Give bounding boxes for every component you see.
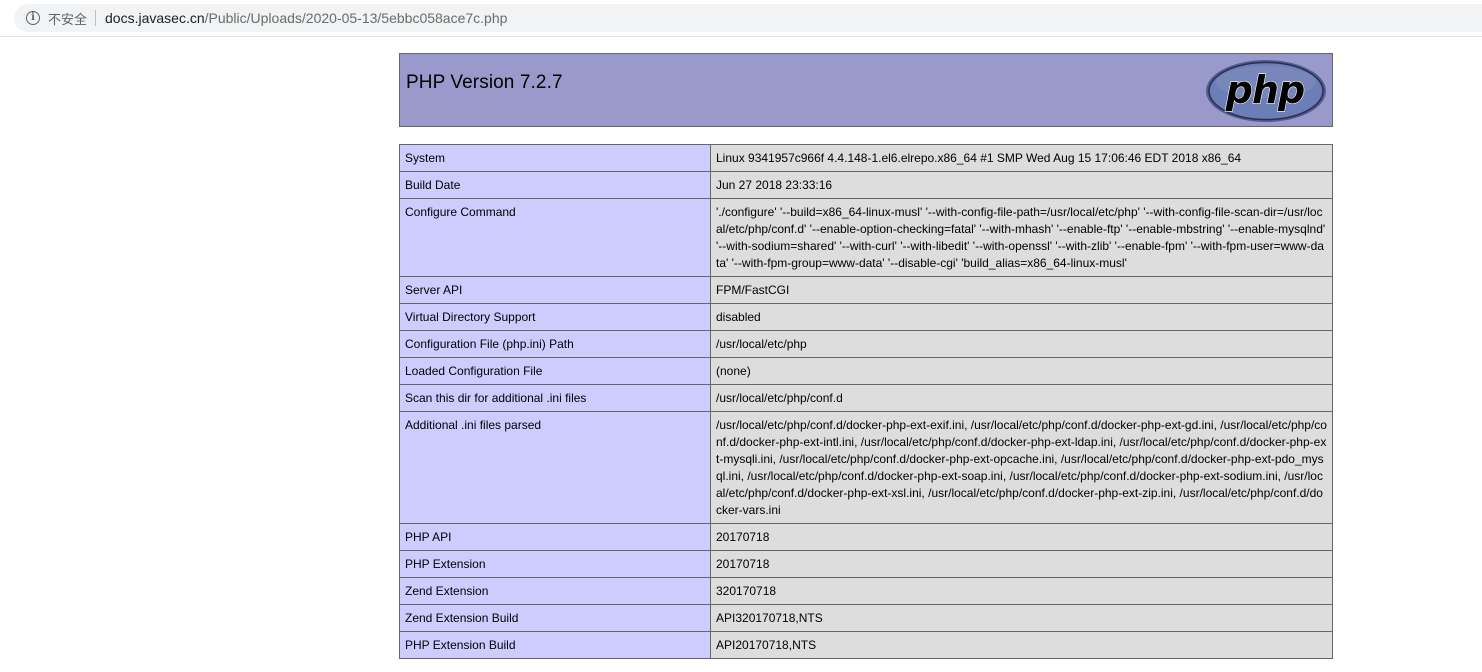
omnibox-separator bbox=[95, 10, 97, 26]
row-key: System bbox=[399, 144, 711, 172]
table-row: Build Date Jun 27 2018 23:33:16 bbox=[399, 171, 1333, 199]
info-table-body: System Linux 9341957c966f 4.4.148-1.el6.e… bbox=[399, 144, 1333, 659]
php-logo[interactable]: php bbox=[1205, 58, 1327, 124]
table-row: PHP API 20170718 bbox=[399, 523, 1333, 551]
row-key: Configure Command bbox=[399, 198, 711, 277]
row-value: 20170718 bbox=[710, 550, 1333, 578]
table-row: Server API FPM/FastCGI bbox=[399, 276, 1333, 304]
row-value: /usr/local/etc/php bbox=[710, 330, 1333, 358]
row-key: Additional .ini files parsed bbox=[399, 411, 711, 524]
table-row: Virtual Directory Support disabled bbox=[399, 303, 1333, 331]
row-key: Server API bbox=[399, 276, 711, 304]
table-row: Additional .ini files parsed/usr/local/e… bbox=[399, 411, 1333, 524]
url-host[interactable]: docs.javasec.cn bbox=[105, 10, 205, 26]
row-key: Loaded Configuration File bbox=[399, 357, 711, 385]
row-value: /usr/local/etc/php/conf.d bbox=[710, 384, 1333, 412]
row-value: /usr/local/etc/php/conf.d/docker-php-ext… bbox=[710, 411, 1333, 524]
row-value: API20170718,NTS bbox=[710, 631, 1333, 659]
table-row: Loaded Configuration File (none) bbox=[399, 357, 1333, 385]
row-value: 320170718 bbox=[710, 577, 1333, 605]
table-row: Zend Extension Build API320170718,NTS bbox=[399, 604, 1333, 632]
table-row: Configure Command './configure' '--build=… bbox=[399, 198, 1333, 277]
info-table: System Linux 9341957c966f 4.4.148-1.el6.e… bbox=[399, 144, 1333, 659]
row-value: disabled bbox=[710, 303, 1333, 331]
row-key: Zend Extension bbox=[399, 577, 711, 605]
phpinfo-content: PHP Version 7.2.7 php System Linux 934195… bbox=[399, 53, 1333, 659]
phpinfo-header: PHP Version 7.2.7 php bbox=[399, 53, 1333, 127]
table-row: Zend Extension 320170718 bbox=[399, 577, 1333, 605]
row-value: './configure' '--build=x86_64-linux-musl… bbox=[710, 198, 1333, 277]
table-row: System Linux 9341957c966f 4.4.148-1.el6.e… bbox=[399, 144, 1333, 172]
row-key: Configuration File (php.ini) Path bbox=[399, 330, 711, 358]
table-row: PHP Extension 20170718 bbox=[399, 550, 1333, 578]
table-row: Configuration File (php.ini) Path/usr/lo… bbox=[399, 330, 1333, 358]
info-icon[interactable]: i bbox=[26, 11, 40, 25]
row-key: Zend Extension Build bbox=[399, 604, 711, 632]
omnibox[interactable]: i 不安全 docs.javasec.cn/Public/Uploads/202… bbox=[14, 4, 1482, 32]
php-logo-text: php bbox=[1225, 68, 1304, 112]
row-value: FPM/FastCGI bbox=[710, 276, 1333, 304]
row-value: (none) bbox=[710, 357, 1333, 385]
row-key: PHP Extension bbox=[399, 550, 711, 578]
url-path[interactable]: /Public/Uploads/2020-05-13/5ebbc058ace7c… bbox=[205, 10, 508, 26]
browser-address-bar: i 不安全 docs.javasec.cn/Public/Uploads/202… bbox=[0, 0, 1482, 37]
row-key: PHP API bbox=[399, 523, 711, 551]
row-value: Jun 27 2018 23:33:16 bbox=[710, 171, 1333, 199]
row-value: API320170718,NTS bbox=[710, 604, 1333, 632]
row-key: Scan this dir for additional .ini files bbox=[399, 384, 711, 412]
row-value: Linux 9341957c966f 4.4.148-1.el6.elrepo.… bbox=[710, 144, 1333, 172]
row-key: PHP Extension Build bbox=[399, 631, 711, 659]
row-key: Build Date bbox=[399, 171, 711, 199]
row-key: Virtual Directory Support bbox=[399, 303, 711, 331]
table-row: PHP Extension Build API20170718,NTS bbox=[399, 631, 1333, 659]
table-row: Scan this dir for additional .ini files /… bbox=[399, 384, 1333, 412]
security-status[interactable]: 不安全 bbox=[48, 9, 87, 28]
page-title: PHP Version 7.2.7 bbox=[406, 72, 563, 93]
row-value: 20170718 bbox=[710, 523, 1333, 551]
